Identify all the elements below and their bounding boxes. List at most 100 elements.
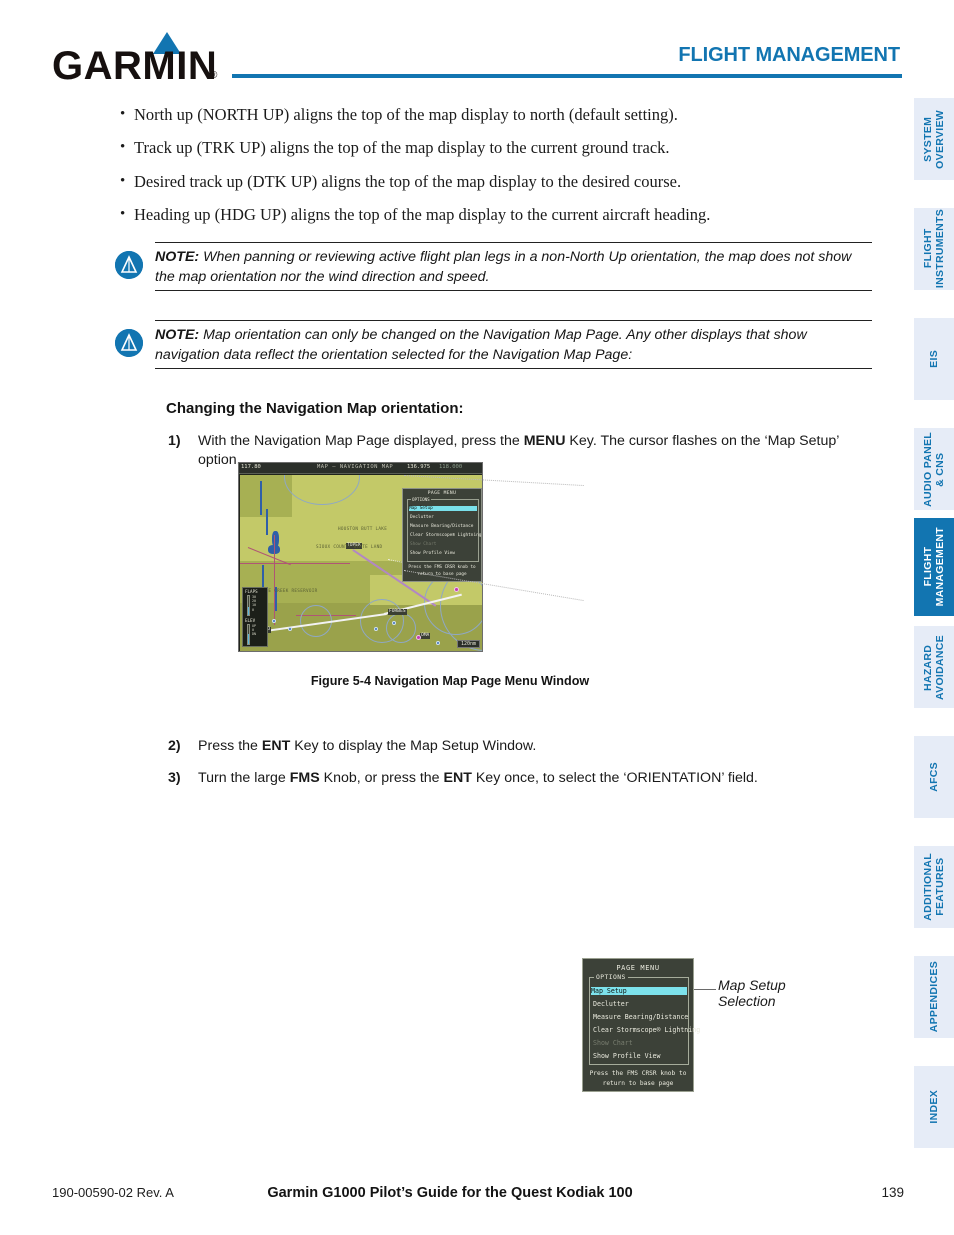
note-top-rule — [155, 320, 872, 321]
airspace-arc — [386, 613, 416, 643]
step-key-name: MENU — [523, 433, 566, 449]
com-standby-frequency: 118.000 — [439, 464, 463, 470]
page-menu-footer-line1: Press the FMS CRSR knob to — [408, 565, 476, 570]
sidebar-item-label: EIS — [928, 350, 940, 368]
map-place-label: HOUSTON BUTT LAKE — [338, 527, 388, 532]
step-text: Turn the large FMS Knob, or press the EN… — [198, 769, 880, 788]
note-top-rule — [155, 242, 872, 243]
step-text-post: Knob, or press the — [319, 770, 444, 786]
sidebar-item-label: INDEX — [928, 1090, 940, 1124]
sidebar-item-label: FLIGHT MANAGEMENT — [922, 527, 946, 607]
callout-item-show-profile-view[interactable]: Show Profile View — [593, 1052, 661, 1060]
map-range-indicator: 120nm — [456, 640, 480, 648]
callout-group-label: OPTIONS — [594, 973, 628, 981]
page-menu-item-show-profile-view[interactable]: Show Profile View — [410, 551, 455, 556]
mfd-screenshot: 117.80 MAP – NAVIGATION MAP 136.975 118.… — [238, 462, 483, 652]
gauge-label-elev: ELEV — [245, 618, 256, 623]
document-title: Garmin G1000 Pilot’s Guide for the Quest… — [267, 1185, 633, 1201]
list-item: Desired track up (DTK UP) aligns the top… — [120, 172, 880, 192]
note-body: Map orientation can only be changed on t… — [155, 327, 807, 363]
sidebar-item-flight-management[interactable]: FLIGHT MANAGEMENT — [914, 518, 954, 616]
sidebar-item-label: AFCS — [928, 762, 940, 792]
garmin-wordmark: GARMIN — [52, 44, 218, 88]
airport-symbol — [288, 627, 292, 631]
page-menu-item-declutter[interactable]: Declutter — [410, 515, 434, 520]
waypoint-label: FORBES — [388, 609, 407, 615]
mfd-page-title: MAP – NAVIGATION MAP — [317, 464, 394, 470]
note-bottom-rule — [155, 368, 872, 369]
callout-item-measure-bearing-distance[interactable]: Measure Bearing/Distance — [593, 1013, 688, 1021]
callout-footer-line2: return to base page — [602, 1079, 674, 1087]
sidebar-item-additional-features[interactable]: ADDITIONAL FEATURES — [914, 846, 954, 928]
sidebar-item-index[interactable]: INDEX — [914, 1066, 954, 1148]
sidebar-item-label: ADDITIONAL FEATURES — [922, 853, 946, 921]
note-text: NOTE: When panning or reviewing active f… — [155, 248, 872, 287]
callout-item-declutter[interactable]: Declutter — [593, 1000, 629, 1008]
com-active-frequency: 136.975 — [407, 464, 431, 470]
waypoint-label: OMA — [420, 633, 431, 639]
page-menu-group-label: OPTIONS — [411, 497, 431, 502]
note-label: NOTE: — [155, 249, 200, 265]
mfd-map-canvas: TOPEK FORBES KOKO OMA HOUSTON BUTT LAKE … — [240, 475, 482, 651]
procedure-heading: Changing the Navigation Map orientation: — [166, 400, 464, 417]
sidebar-item-appendices[interactable]: APPENDICES — [914, 956, 954, 1038]
list-item: North up (NORTH UP) aligns the top of th… — [120, 105, 880, 125]
note-text: NOTE: Map orientation can only be change… — [155, 326, 872, 365]
sidebar-item-system-overview[interactable]: SYSTEM OVERVIEW — [914, 98, 954, 180]
river-feature — [260, 481, 262, 515]
step-key-name: ENT — [261, 738, 291, 754]
sidebar-item-eis[interactable]: EIS — [914, 318, 954, 400]
note-body: When panning or reviewing active flight … — [155, 249, 852, 285]
step-text-post-2: Key once, to select the ‘ORIENTATION’ fi… — [471, 770, 758, 786]
list-item: Heading up (HDG UP) aligns the top of th… — [120, 205, 880, 225]
note-icon — [115, 251, 143, 279]
step-text-pre: Press the — [198, 738, 262, 754]
callout-label: Map Setup Selection — [718, 977, 786, 1009]
step-key-name-2: ENT — [443, 770, 472, 786]
page-title: FLIGHT MANAGEMENT — [678, 44, 900, 66]
sidebar-item-flight-instruments[interactable]: FLIGHT INSTRUMENTS — [914, 208, 954, 290]
sidebar-item-label: AUDIO PANEL & CNS — [922, 431, 946, 507]
road-feature — [274, 535, 275, 625]
list-item: Track up (TRK UP) aligns the top of the … — [120, 138, 880, 158]
page-footer: 190-00590-02 Rev. A Garmin G1000 Pilot’s… — [0, 1185, 954, 1209]
note-icon — [115, 329, 143, 357]
step-number: 2) — [168, 738, 181, 754]
navaid-symbol — [454, 587, 459, 592]
procedure-step: 3) Turn the large FMS Knob, or press the… — [168, 769, 880, 788]
page-header: GARMIN ® FLIGHT MANAGEMENT — [0, 0, 954, 92]
note-label: NOTE: — [155, 327, 200, 343]
nav-frequency: 117.80 — [241, 464, 261, 470]
sidebar-item-hazard-avoidance[interactable]: HAZARD AVOIDANCE — [914, 626, 954, 708]
airport-symbol — [436, 641, 440, 645]
note-bottom-rule — [155, 290, 872, 291]
sidebar-item-label: FLIGHT INSTRUMENTS — [922, 209, 946, 289]
step-text: Press the ENT Key to display the Map Set… — [198, 737, 880, 756]
mfd-page-menu: PAGE MENU OPTIONS Map Setup Declutter Me… — [402, 488, 482, 582]
page-menu-item-map-setup[interactable]: Map Setup — [409, 506, 477, 511]
callout-options-group: OPTIONS Map Setup Declutter Measure Bear… — [589, 973, 700, 1065]
sidebar-item-afcs[interactable]: AFCS — [914, 736, 954, 818]
gauge-label-flaps: FLAPS — [245, 589, 258, 594]
callout-item-clear-stormscope-lightning[interactable]: Clear Stormscope® Lightning — [593, 1026, 700, 1034]
page-menu-options-group: OPTIONS Map Setup Declutter Measure Bear… — [407, 497, 481, 562]
page-menu-item-measure-bearing-distance[interactable]: Measure Bearing/Distance — [410, 524, 473, 529]
navaid-symbol — [416, 635, 421, 640]
step-text-pre: With the Navigation Map Page displayed, … — [198, 433, 524, 449]
step-text-post: Key to display the Map Setup Window. — [290, 738, 537, 754]
figure-caption: Figure 5-4 Navigation Map Page Menu Wind… — [310, 674, 590, 688]
airport-symbol — [374, 627, 378, 631]
sidebar-item-label: APPENDICES — [928, 961, 940, 1033]
section-tab-rail: SYSTEM OVERVIEW FLIGHT INSTRUMENTS EIS AUD… — [906, 92, 954, 1152]
road-feature — [240, 563, 350, 564]
page-menu-item-clear-stormscope-lightning[interactable]: Clear Stormscope® Lightning — [410, 533, 481, 538]
page-menu-item-show-chart: Show Chart — [410, 542, 437, 547]
sidebar-item-label: SYSTEM OVERVIEW — [922, 109, 946, 169]
callout-item-map-setup[interactable]: Map Setup — [591, 987, 687, 995]
airport-symbol — [392, 621, 396, 625]
map-place-label: SIOUX COUNTY STATE LAND — [316, 545, 383, 550]
sidebar-item-audio-panel-cns[interactable]: AUDIO PANEL & CNS — [914, 428, 954, 510]
mfd-top-bar: 117.80 MAP – NAVIGATION MAP 136.975 118.… — [239, 463, 482, 474]
step-number: 1) — [168, 433, 181, 449]
garmin-logo: GARMIN ® — [52, 32, 227, 86]
